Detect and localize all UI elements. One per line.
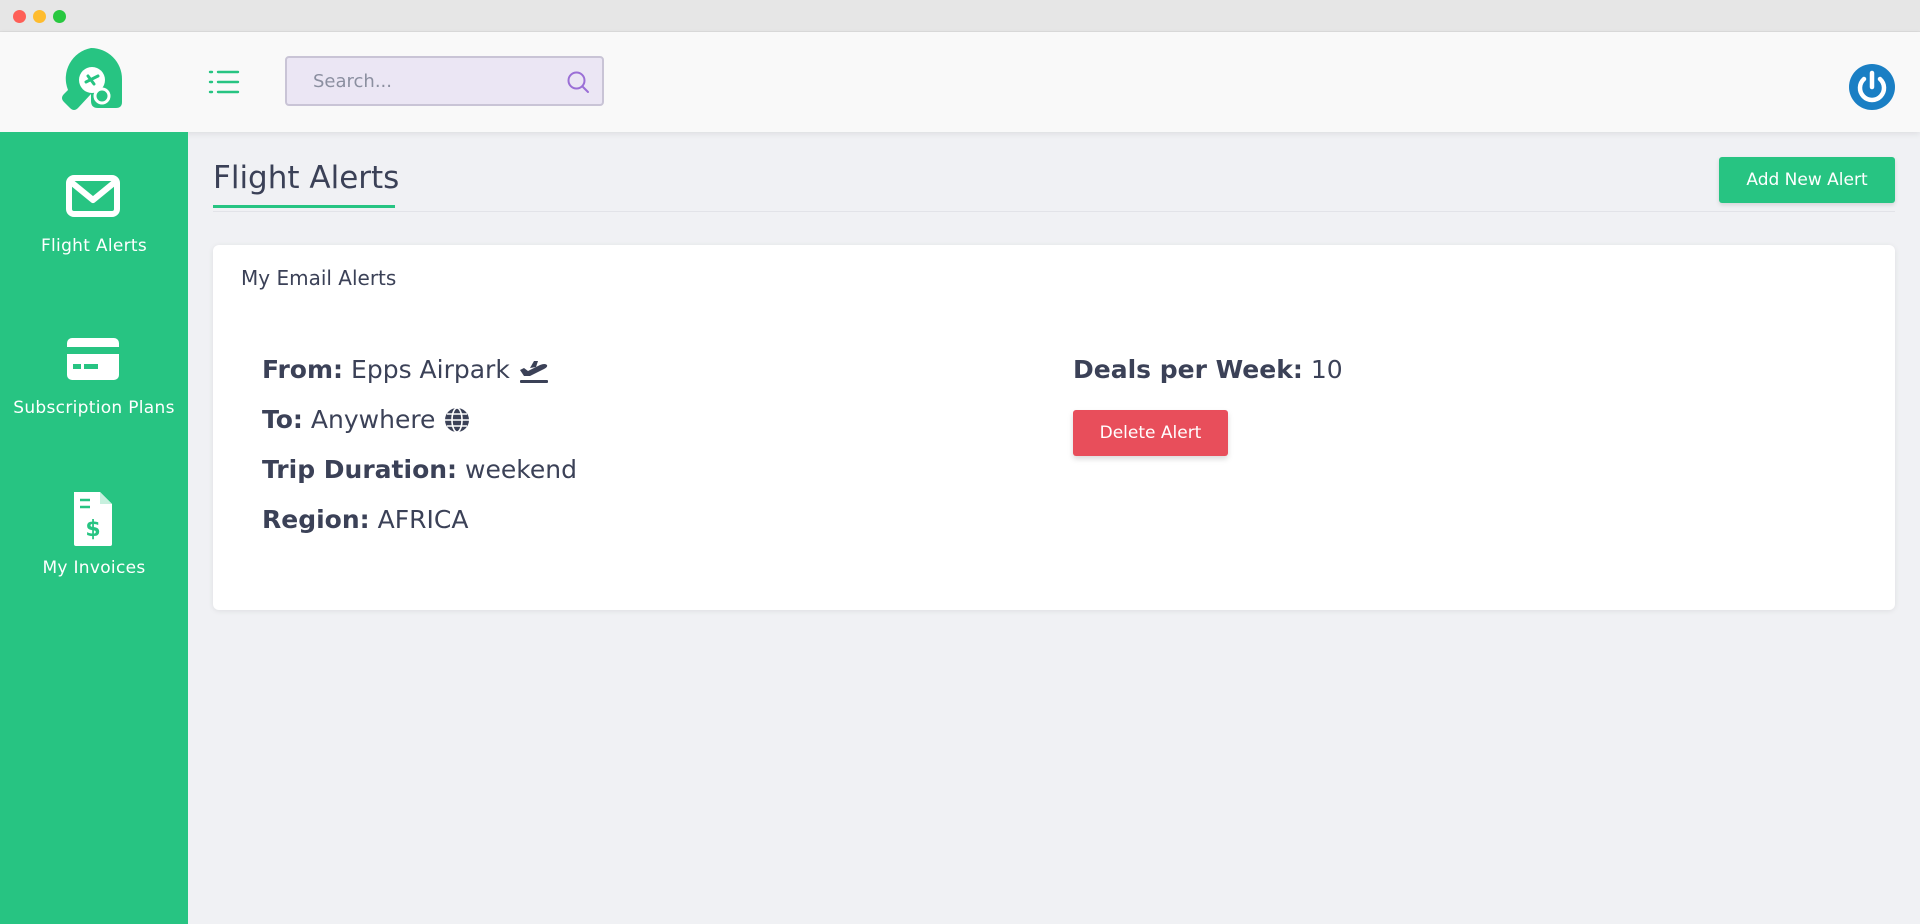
- from-value: Epps Airpark: [351, 355, 510, 384]
- alert-from-row: From: Epps Airpark: [262, 355, 550, 384]
- sidebar-item-label: My Invoices: [42, 558, 146, 578]
- page-title: Flight Alerts: [213, 160, 400, 196]
- alert-region-row: Region: AFRICA: [262, 505, 468, 534]
- sidebar-item-label: Subscription Plans: [13, 398, 175, 418]
- power-logout-icon[interactable]: [1848, 63, 1896, 111]
- app-logo[interactable]: [58, 46, 124, 112]
- to-value: Anywhere: [310, 405, 436, 434]
- globe-icon: [445, 406, 470, 433]
- alert-duration-row: Trip Duration: weekend: [262, 455, 577, 484]
- title-divider: [213, 211, 1895, 212]
- region-value: AFRICA: [377, 505, 469, 534]
- maximize-window-button[interactable]: [53, 10, 66, 23]
- from-label: From:: [262, 355, 344, 384]
- sidebar-item-my-invoices[interactable]: $ My Invoices: [0, 490, 188, 620]
- window-titlebar: [0, 0, 1920, 32]
- top-header: [0, 32, 1920, 132]
- duration-value: weekend: [465, 455, 577, 484]
- menu-toggle-icon[interactable]: [208, 68, 240, 96]
- minimize-window-button[interactable]: [33, 10, 46, 23]
- close-window-button[interactable]: [13, 10, 26, 23]
- sidebar-item-subscription-plans[interactable]: Subscription Plans: [0, 330, 188, 460]
- alert-to-row: To: Anywhere: [262, 405, 471, 434]
- sidebar-item-label: Flight Alerts: [40, 236, 148, 256]
- sidebar: Flight Alerts Subscription Plans $ My In…: [0, 132, 188, 924]
- sidebar-item-flight-alerts[interactable]: Flight Alerts: [0, 168, 188, 298]
- duration-label: Trip Duration:: [262, 455, 458, 484]
- alert-deals-row: Deals per Week: 10: [1073, 355, 1343, 384]
- invoice-dollar-icon: $: [74, 492, 112, 546]
- svg-text:$: $: [85, 517, 100, 542]
- card-title: My Email Alerts: [241, 266, 397, 290]
- search-icon[interactable]: [566, 70, 590, 94]
- region-label: Region:: [262, 505, 370, 534]
- add-new-alert-button[interactable]: Add New Alert: [1719, 157, 1895, 203]
- delete-alert-button[interactable]: Delete Alert: [1073, 410, 1228, 456]
- deals-value: 10: [1310, 355, 1343, 384]
- to-label: To:: [262, 405, 303, 434]
- email-alerts-card: My Email Alerts From: Epps Airpark To: A…: [213, 245, 1895, 610]
- deals-label: Deals per Week:: [1073, 355, 1303, 384]
- credit-card-icon: [67, 338, 119, 380]
- envelope-icon: [66, 175, 120, 217]
- search-box: [285, 56, 604, 106]
- search-input[interactable]: [287, 58, 557, 104]
- plane-departure-icon: [519, 360, 548, 383]
- title-underline: [213, 205, 395, 208]
